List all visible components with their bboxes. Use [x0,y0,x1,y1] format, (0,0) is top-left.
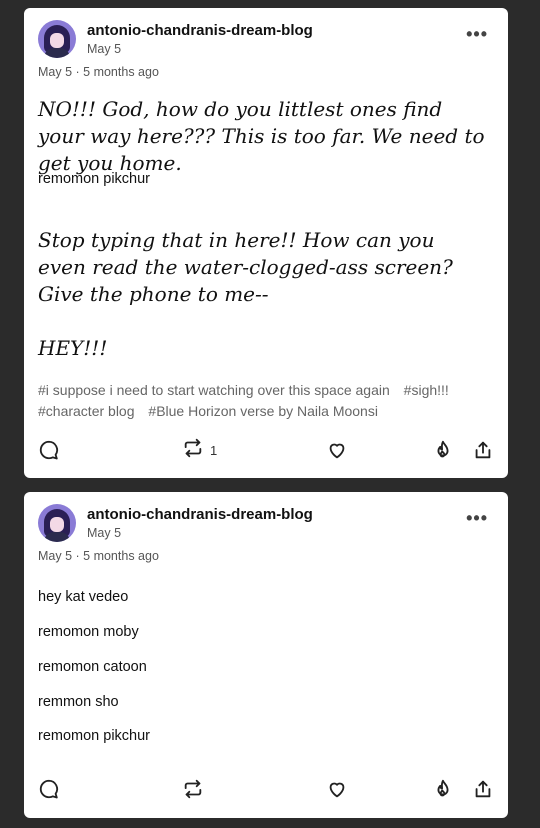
post-paragraph-script: HEY!!! [38,336,108,360]
reply-bubble-icon[interactable] [38,777,60,801]
post-actions [38,777,494,803]
blog-name-link[interactable]: antonio-chandranis-dream-blog [87,506,313,523]
flame-icon[interactable] [432,438,454,462]
reply-bubble-icon[interactable] [38,438,60,462]
heart-icon[interactable] [326,777,348,801]
tag-link[interactable]: #Blue Horizon verse by Naila Moonsi [148,403,378,419]
post-card: antonio-chandranis-dream-blog May 5 ••• … [24,8,508,478]
post-paragraph: hey kat vedeo [38,589,129,605]
more-options-icon[interactable]: ••• [466,25,488,43]
post-card: antonio-chandranis-dream-blog May 5 ••• … [24,492,508,818]
post-paragraph: remomon pikchur [38,728,151,744]
share-icon[interactable] [472,777,494,801]
reblog-count: 1 [210,442,218,458]
post-date: May 5 [87,526,122,540]
post-paragraph: remomon pikchur [38,171,151,187]
avatar-face [50,33,64,48]
more-options-icon[interactable]: ••• [466,509,488,527]
post-actions: 1 [38,438,494,464]
tag-list: #i suppose i need to start watching over… [38,380,488,422]
tag-link[interactable]: #sigh!!! [404,382,449,398]
avatar-shirt [44,48,70,58]
avatar[interactable] [38,20,76,58]
avatar[interactable] [38,504,76,542]
post-timestamp[interactable]: May 5 · 5 months ago [38,549,159,563]
post-paragraph-script: NO!!! God, how do you littlest ones find… [38,97,485,175]
post-date: May 5 [87,42,122,56]
reblog-icon[interactable] [182,777,204,801]
reblog-button[interactable]: 1 [182,438,217,462]
share-icon[interactable] [472,438,494,462]
post-paragraph: remomon moby [38,624,139,640]
post-header: antonio-chandranis-dream-blog May 5 ••• [38,504,494,544]
post-paragraph: remmon sho [38,694,119,710]
post-header: antonio-chandranis-dream-blog May 5 ••• [38,20,494,60]
reblog-icon [182,437,204,464]
post-timestamp[interactable]: May 5 · 5 months ago [38,65,159,79]
avatar-face [50,517,64,532]
post-paragraph-script: Stop typing that in here!! How can you e… [38,228,453,306]
flame-icon[interactable] [432,777,454,801]
tag-link[interactable]: #character blog [38,403,135,419]
blog-name-link[interactable]: antonio-chandranis-dream-blog [87,22,313,39]
heart-icon[interactable] [326,438,348,462]
tag-link[interactable]: #i suppose i need to start watching over… [38,382,390,398]
post-paragraph: remomon catoon [38,659,147,675]
avatar-shirt [44,532,70,542]
